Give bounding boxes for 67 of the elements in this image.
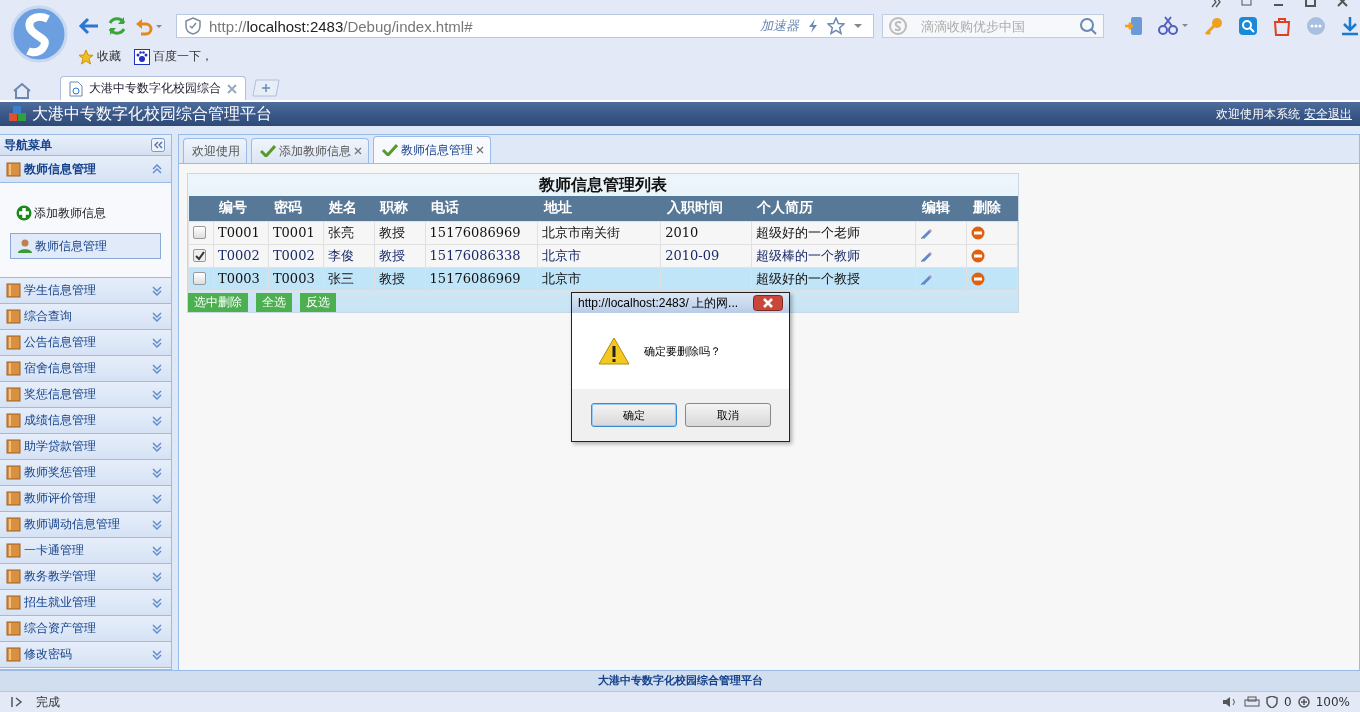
dialog-title: http://localhost:2483/ 上的网... [578, 294, 739, 312]
table-cell: 超级棒的一个教师 [751, 244, 916, 267]
table-cell: 张亮 [323, 221, 375, 244]
bookmark-link[interactable]: 百度一下， [153, 48, 213, 65]
search-field[interactable]: 滴滴收购优步中国 [913, 18, 1073, 34]
column-header: 编辑 [915, 196, 967, 221]
accordion-header[interactable]: 教务教学管理 [0, 564, 171, 590]
table-cell: 2010 [660, 221, 752, 244]
accordion-header[interactable]: 成绩信息管理 [0, 408, 171, 434]
accordion-header[interactable]: 修改密码 [0, 642, 171, 668]
column-header: 职称 [374, 196, 426, 221]
accordion-header[interactable]: 奖惩信息管理 [0, 382, 171, 408]
menu-item[interactable]: 添加教师信息 [10, 201, 161, 225]
column-header: 电话 [425, 196, 538, 221]
accordion-header[interactable]: 综合资产管理 [0, 616, 171, 642]
accordion-header[interactable]: 教师评价管理 [0, 486, 171, 512]
column-header: 地址 [537, 196, 661, 221]
zoom-text: 100% [1315, 695, 1350, 709]
table-cell: 北京市 [537, 267, 661, 290]
search-box[interactable]: 滴滴收购优步中国 [882, 14, 1104, 38]
accelerator-link[interactable]: 加速器 [760, 17, 799, 35]
browser-tab[interactable]: 大港中专数字化校园综合 [60, 76, 246, 100]
sidebar-title: 导航菜单 [4, 136, 52, 154]
footer-text: 大港中专数字化校园综合管理平台 [0, 670, 1360, 691]
tab[interactable]: 欢迎使用 [183, 138, 247, 163]
welcome-text: 欢迎使用本系统 [1216, 105, 1300, 123]
table-cell: 北京市南关街 [537, 221, 661, 244]
table-cell: 教授 [374, 221, 426, 244]
tab[interactable]: 教师信息管理 [373, 136, 491, 163]
accordion-header[interactable]: 招生就业管理 [0, 590, 171, 616]
table-cell: 15176086969 [425, 267, 538, 290]
accordion-header[interactable]: 教师奖惩管理 [0, 460, 171, 486]
column-header: 个人简历 [751, 196, 916, 221]
app-title: 大港中专数字化校园综合管理平台 [32, 103, 272, 125]
column-header: 编号 [213, 196, 269, 221]
table-cell: 超级好的一个老师 [751, 221, 916, 244]
menu-item[interactable]: 教师信息管理 [10, 233, 161, 259]
column-header: 入职时间 [660, 196, 752, 221]
address-field[interactable]: http://localhost:2483/Debug/index.html# 加速器 [176, 14, 874, 38]
dialog-message: 确定要删除吗？ [644, 343, 721, 359]
table-cell: 超级好的一个教授 [751, 267, 916, 290]
grid-title: 教师信息管理列表 [538, 174, 668, 196]
table-cell: T0001 [213, 221, 269, 244]
column-header: 姓名 [323, 196, 375, 221]
column-header: 删除 [966, 196, 1018, 221]
dialog-button[interactable]: 确定 [590, 403, 677, 427]
table-cell: 北京市 [537, 244, 661, 267]
accordion-header[interactable]: 综合查询 [0, 304, 171, 330]
table-cell: 15176086969 [425, 221, 538, 244]
count-text: 0 [1284, 695, 1292, 709]
url-text: http://localhost:2483/Debug/index.html# [209, 17, 474, 35]
accordion-header[interactable]: 助学贷款管理 [0, 434, 171, 460]
table-cell: T0001 [268, 221, 324, 244]
logout-link[interactable]: 安全退出 [1304, 105, 1352, 123]
accordion-header[interactable]: 宿舍信息管理 [0, 356, 171, 382]
accordion-header[interactable]: 一卡通管理 [0, 538, 171, 564]
accordion-header[interactable]: 教师信息管理 [0, 156, 171, 183]
accordion-header[interactable]: 公告信息管理 [0, 330, 171, 356]
table-cell: 15176086338 [425, 244, 538, 267]
accordion-header[interactable]: 学生信息管理 [0, 278, 171, 304]
accordion-header[interactable]: 教师调动信息管理 [0, 512, 171, 538]
tab[interactable]: 添加教师信息 [251, 138, 369, 163]
tab-title: 大港中专数字化校园综合 [89, 80, 221, 97]
column-header: 密码 [268, 196, 324, 221]
status-text: 完成 [36, 693, 60, 711]
dialog-button[interactable]: 取消 [684, 403, 771, 427]
bookmark-link[interactable]: 收藏 [97, 48, 121, 65]
